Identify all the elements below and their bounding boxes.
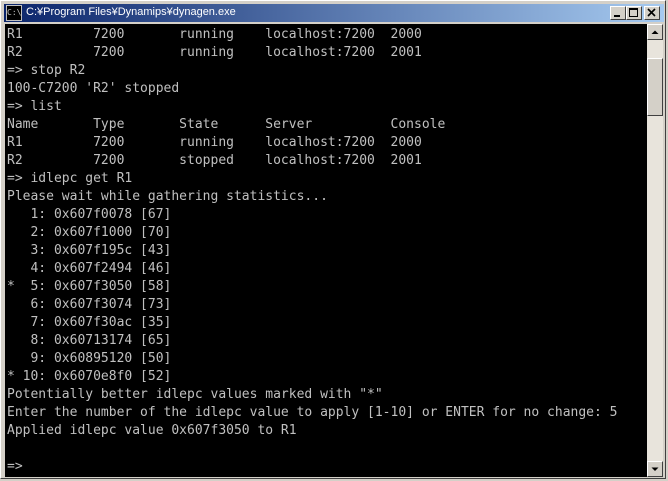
scroll-up-button[interactable] (647, 24, 663, 40)
console-line: 100-C7200 'R2' stopped (7, 81, 180, 96)
console-line: * 10: 0x6070e8f0 [52] (7, 369, 172, 384)
console-line: R2 7200 stopped localhost:7200 2001 (7, 153, 422, 168)
console-window: C:\ C:¥Program Files¥Dynamips¥dynagen.ex… (0, 0, 666, 479)
console-line: R2 7200 running localhost:7200 2001 (7, 45, 422, 60)
console-line: R1 7200 running localhost:7200 2000 (7, 135, 422, 150)
console-line: Please wait while gathering statistics..… (7, 189, 328, 204)
maximize-button[interactable] (626, 6, 642, 20)
window-title: C:¥Program Files¥Dynamips¥dynagen.exe (26, 6, 236, 18)
console-line: Enter the number of the idlepc value to … (7, 405, 618, 420)
console-line: 4: 0x607f2494 [46] (7, 261, 172, 276)
console-line: 3: 0x607f195c [43] (7, 243, 172, 258)
maximize-icon (629, 8, 638, 17)
console-line: * 5: 0x607f3050 [58] (7, 279, 172, 294)
minimize-button[interactable] (610, 6, 626, 20)
scroll-down-arrow-icon (651, 467, 659, 471)
console-app-icon[interactable]: C:\ (6, 5, 22, 21)
minimize-icon (614, 15, 620, 17)
vertical-scrollbar[interactable] (647, 24, 663, 477)
console-line: => (7, 459, 23, 474)
console-line: => idlepc get R1 (7, 171, 133, 186)
console-line: 9: 0x60895120 [50] (7, 351, 172, 366)
console-line: 7: 0x607f30ac [35] (7, 315, 172, 330)
title-bar[interactable]: C:\ C:¥Program Files¥Dynamips¥dynagen.ex… (4, 4, 664, 22)
close-button[interactable] (644, 6, 660, 20)
console-line: => stop R2 (7, 63, 86, 78)
scroll-down-button[interactable] (647, 461, 663, 477)
console-line: 2: 0x607f1000 [70] (7, 225, 172, 240)
console-line: Name Type State Server Console (7, 117, 446, 132)
close-icon (647, 8, 656, 17)
scroll-up-arrow-icon (651, 30, 659, 34)
console-line: 8: 0x60713174 [65] (7, 333, 172, 348)
console-line: 1: 0x607f0078 [67] (7, 207, 172, 222)
console-line: => list (7, 99, 62, 114)
console-line: 6: 0x607f3074 [73] (7, 297, 172, 312)
console-line: Applied idlepc value 0x607f3050 to R1 (7, 423, 297, 438)
console-text: R1 7200 running localhost:7200 2000 R2 72… (7, 26, 617, 476)
console-output[interactable]: R1 7200 running localhost:7200 2000 R2 72… (5, 24, 647, 477)
console-line: Potentially better idlepc values marked … (7, 387, 383, 402)
scroll-thumb[interactable] (647, 58, 663, 116)
console-line: R1 7200 running localhost:7200 2000 (7, 27, 422, 42)
